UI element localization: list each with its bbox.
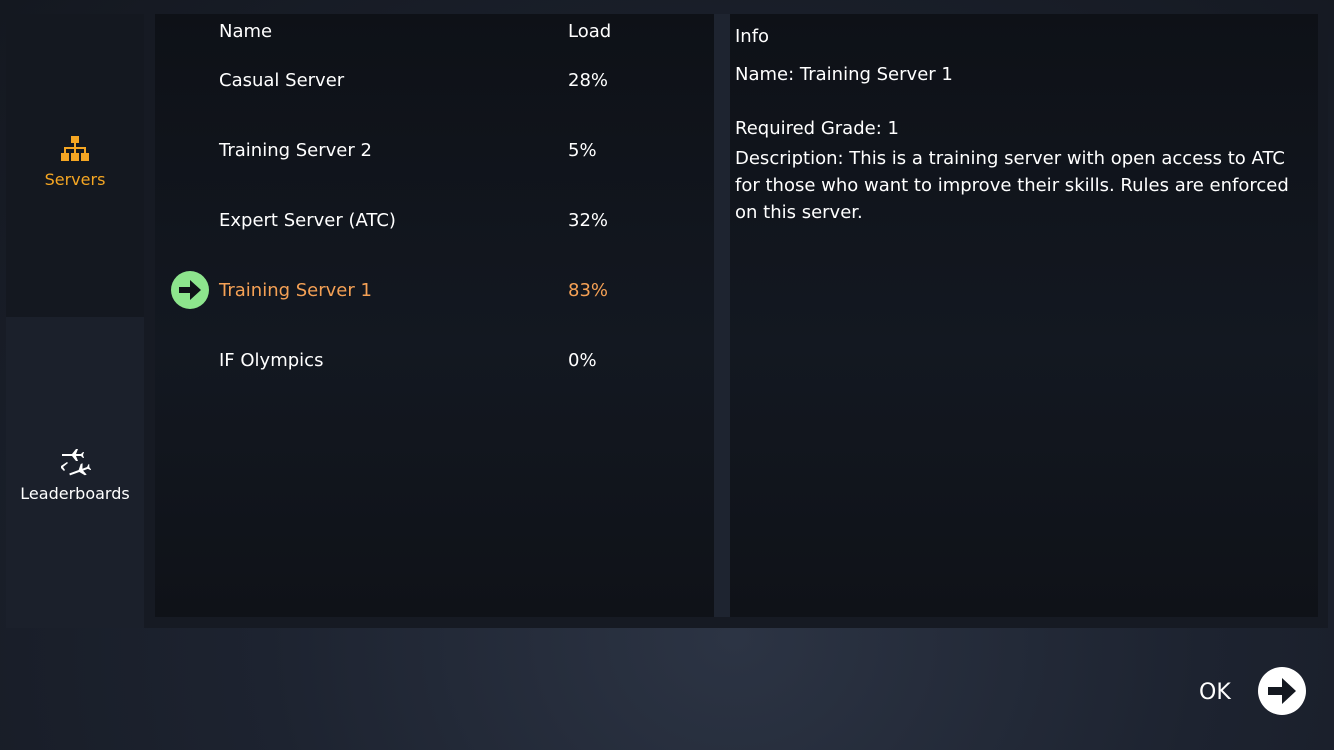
panel-edge — [1318, 14, 1328, 628]
server-load: 28% — [568, 70, 609, 91]
column-header-name: Name — [219, 21, 273, 42]
arrow-right-circle-icon — [170, 270, 210, 310]
server-row-selected[interactable]: Training Server 1 83% — [155, 271, 714, 350]
info-panel — [730, 14, 1318, 617]
server-name: IF Olympics — [219, 350, 324, 371]
server-name: Expert Server (ATC) — [219, 210, 396, 231]
sidebar: Servers Leaderboards — [6, 14, 144, 628]
server-load: 0% — [568, 350, 597, 371]
server-row[interactable]: Casual Server 28% — [155, 70, 714, 140]
ok-button[interactable] — [1257, 666, 1307, 716]
server-name: Casual Server — [219, 70, 345, 91]
network-icon — [60, 136, 90, 166]
server-name: Training Server 2 — [219, 140, 372, 161]
sidebar-item-leaderboards[interactable]: Leaderboards — [6, 317, 144, 628]
info-title: Info — [735, 26, 770, 47]
planes-icon — [59, 448, 92, 482]
sidebar-item-label: Servers — [44, 170, 106, 189]
server-row[interactable]: Training Server 2 5% — [155, 140, 714, 210]
sidebar-item-servers[interactable]: Servers — [6, 14, 144, 317]
info-required-grade: Required Grade: 1 — [735, 118, 899, 139]
info-description: Description: This is a training server w… — [735, 148, 1289, 223]
panel-bottom-edge — [155, 617, 1328, 628]
server-load: 32% — [568, 210, 609, 231]
ok-label[interactable]: OK — [1199, 680, 1231, 705]
sidebar-divider — [144, 14, 155, 628]
sidebar-item-label: Leaderboards — [20, 484, 130, 503]
server-load: 83% — [568, 280, 609, 301]
server-name: Training Server 1 — [219, 280, 372, 301]
server-load: 5% — [568, 140, 597, 161]
info-server-name: Name: Training Server 1 — [735, 64, 953, 85]
server-row[interactable]: Expert Server (ATC) 32% — [155, 210, 714, 280]
arrow-right-circle-icon — [1258, 667, 1306, 715]
server-row[interactable]: IF Olympics 0% — [155, 350, 714, 420]
panel-divider — [714, 14, 730, 628]
column-header-load: Load — [568, 21, 612, 42]
